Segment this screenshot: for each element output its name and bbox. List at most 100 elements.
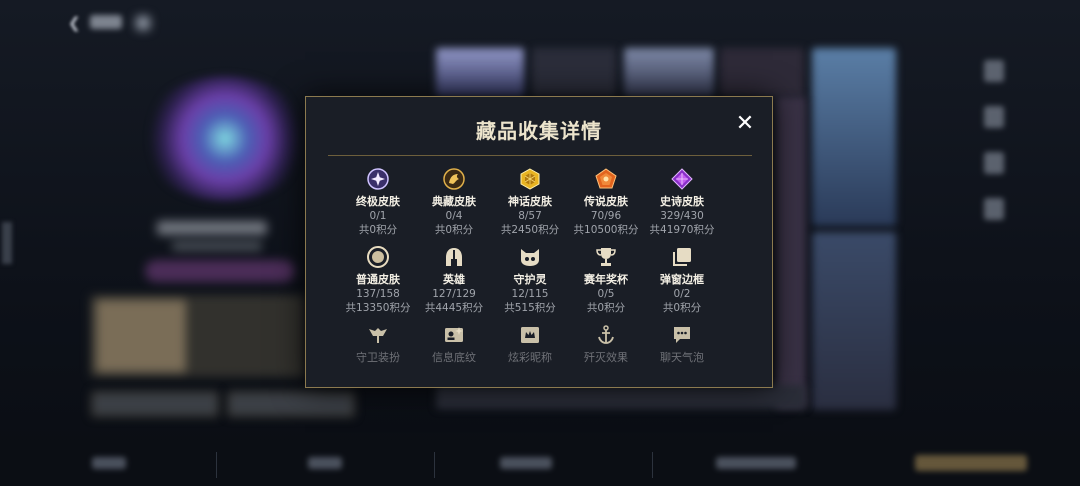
info-card-item[interactable]: 信息底纹 <box>416 323 492 367</box>
item-count: 8/57 <box>518 210 542 222</box>
header-home-icon[interactable] <box>136 16 150 30</box>
chat-bubble-icon <box>670 323 694 347</box>
bg-skin-tile-2[interactable] <box>532 48 616 96</box>
item-count: 70/96 <box>590 210 622 222</box>
sidebar-icon-3[interactable] <box>984 152 1004 174</box>
normal-skin-icon <box>366 245 390 269</box>
bottom-tab-5[interactable] <box>915 455 1027 471</box>
bottom-tab-2[interactable] <box>308 457 342 469</box>
item-count: 0/2 <box>673 288 691 300</box>
item-points: 共10500积分 <box>573 224 639 236</box>
item-points: 共0积分 <box>358 224 398 236</box>
chat-bubble-item[interactable]: 聊天气泡 <box>644 323 720 367</box>
top-header: ❮ <box>0 0 1080 46</box>
item-label: 传说皮肤 <box>584 195 628 208</box>
collection-skin-item[interactable]: 典藏皮肤 0/4 共0积分 <box>416 167 492 245</box>
info-card-icon <box>442 323 466 347</box>
item-label: 终极皮肤 <box>356 195 400 208</box>
guardian-outfit-icon <box>366 323 390 347</box>
item-label: 信息底纹 <box>432 351 476 364</box>
item-points: 共2450积分 <box>500 224 560 236</box>
item-label: 守护灵 <box>513 273 547 286</box>
item-points: 共0积分 <box>586 302 626 314</box>
nickname-icon <box>518 323 542 347</box>
epic-skin-icon <box>670 167 694 191</box>
item-points: 共4445积分 <box>424 302 484 314</box>
skin-row: 终极皮肤 0/1 共0积分 典藏皮肤 0/4 共0积分 神话皮肤 8/57 共2… <box>340 167 740 245</box>
supreme-skin-icon <box>366 167 390 191</box>
item-points: 共515积分 <box>504 302 556 314</box>
anchor-icon <box>594 323 618 347</box>
item-count: 0/5 <box>597 288 615 300</box>
item-count: 0/4 <box>445 210 463 222</box>
guardian-spirit-item[interactable]: 守护灵 12/115 共515积分 <box>492 245 568 323</box>
item-count: 329/430 <box>660 210 704 222</box>
chevron-left-icon[interactable]: ❮ <box>68 14 81 32</box>
bottom-tab-4[interactable] <box>716 457 796 469</box>
item-count: 12/115 <box>511 288 549 300</box>
hero-item[interactable]: 英雄 127/129 共4445积分 <box>416 245 492 323</box>
bg-button-1[interactable] <box>92 392 218 416</box>
myth-skin-item[interactable]: 神话皮肤 8/57 共2450积分 <box>492 167 568 245</box>
sidebar-icon-4[interactable] <box>984 198 1004 220</box>
trophy-icon <box>594 245 618 269</box>
item-label: 英雄 <box>443 273 465 286</box>
bg-button-2[interactable] <box>228 392 354 416</box>
bg-skin-tile-7[interactable] <box>776 96 806 408</box>
item-label: 守卫装扮 <box>356 351 400 364</box>
collection-emblem <box>140 76 310 201</box>
nickname-item[interactable]: 炫彩昵称 <box>492 323 568 367</box>
bg-skin-tile-6[interactable] <box>812 232 896 410</box>
bg-skin-tile-4[interactable] <box>720 48 804 96</box>
bottom-tab-3[interactable] <box>500 457 552 469</box>
item-label: 普通皮肤 <box>356 273 400 286</box>
item-label: 史诗皮肤 <box>660 195 704 208</box>
sidebar-icon-2[interactable] <box>984 106 1004 128</box>
bg-skin-tile-1[interactable] <box>436 48 524 96</box>
bg-skin-tile-8[interactable] <box>436 385 806 409</box>
trophy-item[interactable]: 赛年奖杯 0/5 共0积分 <box>568 245 644 323</box>
bg-skin-tile-5[interactable] <box>812 48 896 226</box>
item-points: 共0积分 <box>434 224 474 236</box>
side-id-text <box>2 222 12 264</box>
normal-skin-item[interactable]: 普通皮肤 137/158 共13350积分 <box>340 245 416 323</box>
supreme-skin-item[interactable]: 终极皮肤 0/1 共0积分 <box>340 167 416 245</box>
modal-title: 藏品收集详情 <box>476 119 602 143</box>
popup-frame-item[interactable]: 弹窗边框 0/2 共0积分 <box>644 245 720 323</box>
item-label: 弹窗边框 <box>660 273 704 286</box>
title-divider <box>328 155 752 156</box>
legend-skin-icon <box>594 167 618 191</box>
myth-skin-icon <box>518 167 542 191</box>
divider <box>216 452 217 478</box>
popup-frame-icon <box>670 245 694 269</box>
anchor-item[interactable]: 歼灭效果 <box>568 323 644 367</box>
item-points: 共41970积分 <box>649 224 715 236</box>
item-label: 神话皮肤 <box>508 195 552 208</box>
decoration-row: 守卫装扮 信息底纹 炫彩昵称 歼灭效果 聊天气泡 <box>340 323 740 367</box>
collection-detail-modal: 藏品收集详情 ✕ 终极皮肤 0/1 共0积分 典藏皮肤 0/4 共0积分 神话皮… <box>305 96 773 388</box>
sidebar-icon-1[interactable] <box>984 60 1004 82</box>
item-points: 共13350积分 <box>345 302 411 314</box>
guardian-outfit-item[interactable]: 守卫装扮 <box>340 323 416 367</box>
legend-skin-item[interactable]: 传说皮肤 70/96 共10500积分 <box>568 167 644 245</box>
player-subtitle <box>172 241 262 251</box>
featured-thumb <box>96 300 186 372</box>
hero-helmet-icon <box>442 245 466 269</box>
player-name <box>157 221 267 235</box>
back-label[interactable] <box>90 15 122 29</box>
bg-skin-tile-3[interactable] <box>624 48 714 96</box>
item-label: 炫彩昵称 <box>508 351 552 364</box>
item-count: 0/1 <box>369 210 387 222</box>
bottom-tab-1[interactable] <box>92 457 126 469</box>
collection-skin-icon <box>442 167 466 191</box>
guardian-spirit-icon <box>518 245 542 269</box>
scroll-fade <box>307 364 771 386</box>
epic-skin-item[interactable]: 史诗皮肤 329/430 共41970积分 <box>644 167 720 245</box>
collection-tag[interactable] <box>145 260 295 282</box>
divider <box>652 452 653 478</box>
item-label: 赛年奖杯 <box>584 273 628 286</box>
item-label: 典藏皮肤 <box>432 195 476 208</box>
item-points: 共0积分 <box>662 302 702 314</box>
close-icon[interactable]: ✕ <box>734 113 756 135</box>
item-label: 聊天气泡 <box>660 351 704 364</box>
